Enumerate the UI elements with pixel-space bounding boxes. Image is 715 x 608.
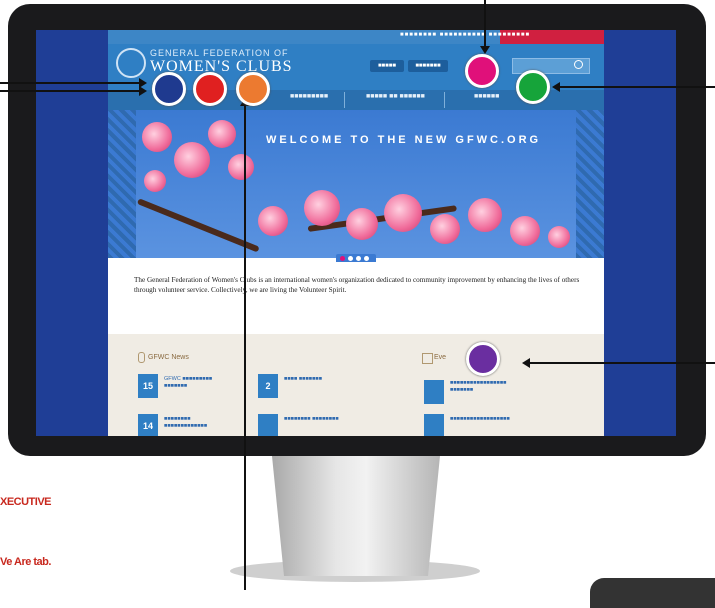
blossom-cluster xyxy=(468,198,502,232)
pointer-line-orange xyxy=(244,104,246,590)
marker-purple xyxy=(466,342,500,376)
pointer-line-magenta xyxy=(484,0,486,46)
blossom-cluster xyxy=(346,208,378,240)
blossom-cluster xyxy=(430,214,460,244)
top-utility-links[interactable]: ■■■■■■■■ ■■■■■■■■■■ ■■■■■■■■■ xyxy=(400,32,530,38)
blossom-cluster xyxy=(304,190,340,226)
arrow-left-icon xyxy=(522,358,530,368)
calendar-icon xyxy=(422,353,433,364)
arrow-left-icon xyxy=(552,82,560,92)
news-date xyxy=(258,414,278,436)
hero-title: WELCOME TO THE NEW GFWC.ORG xyxy=(266,134,542,146)
news-item-link[interactable]: ■■■■■■■■ ■■■■■■■■■■■■■ xyxy=(164,416,234,430)
blossom-cluster xyxy=(510,216,540,246)
blossom-cluster xyxy=(548,226,570,248)
blossom-cluster xyxy=(142,122,172,152)
news-date: 15 xyxy=(138,374,158,398)
marker-magenta xyxy=(465,54,499,88)
carousel-dot[interactable] xyxy=(364,256,369,261)
news-item-link[interactable]: ■■■■ ■■■■■■■ xyxy=(284,376,354,383)
event-item-link[interactable]: ■■■■■■■■■■■■■■■■■ ■■■■■■■ xyxy=(450,380,520,394)
intro-section xyxy=(108,262,604,342)
pointer-line-red xyxy=(0,90,140,92)
carousel-dot[interactable] xyxy=(340,256,345,261)
blossom-cluster xyxy=(258,206,288,236)
marker-navy xyxy=(152,72,186,106)
intro-text: The General Federation of Women's Clubs … xyxy=(134,276,580,294)
header-button-2[interactable]: ■■■■■■■ xyxy=(408,60,448,72)
caption-we-are-tab: Ve Are tab. xyxy=(0,556,51,568)
nav-separator xyxy=(344,92,345,108)
news-heading[interactable]: GFWC News xyxy=(148,354,189,361)
event-item-link[interactable]: ■■■■■■■■■■■■■■■■■■ xyxy=(450,416,520,423)
marker-green xyxy=(516,70,550,104)
nav-item-2[interactable]: ■■■■■ ■■ ■■■■■■ xyxy=(366,93,425,100)
blossom-cluster xyxy=(174,142,210,178)
blossom-cluster xyxy=(384,194,422,232)
microphone-icon xyxy=(138,352,145,363)
arrow-right-icon xyxy=(139,86,147,96)
monitor-stand xyxy=(272,456,440,576)
logo-emblem-icon[interactable] xyxy=(116,48,146,78)
blossom-cluster xyxy=(144,170,166,192)
event-date xyxy=(424,380,444,404)
hero-pattern-left xyxy=(108,110,136,258)
news-item-link[interactable]: GFWC ■■■■■■■■■ ■■■■■■■ xyxy=(164,376,234,390)
nav-item-1[interactable]: ■■■■■■■■■ xyxy=(290,93,328,100)
marker-red xyxy=(193,72,227,106)
news-date: 2 xyxy=(258,374,278,398)
event-date xyxy=(424,414,444,436)
hero-pattern-right xyxy=(576,110,604,258)
news-item-link[interactable]: ■■■■■■■■ ■■■■■■■■ xyxy=(284,416,354,423)
pointer-line-navy xyxy=(0,82,140,84)
pointer-line-purple xyxy=(530,362,715,364)
pointer-line-green xyxy=(560,86,715,88)
caption-executive: XECUTIVE xyxy=(0,496,52,508)
carousel-dot[interactable] xyxy=(356,256,361,261)
blossom-cluster xyxy=(208,120,236,148)
logo-text-line1[interactable]: GENERAL FEDERATION OF xyxy=(150,48,289,58)
blossom-cluster xyxy=(228,154,254,180)
nav-separator xyxy=(444,92,445,108)
corner-decoration xyxy=(590,578,715,608)
nav-item-3[interactable]: ■■■■■■ xyxy=(474,93,499,100)
carousel-dot[interactable] xyxy=(348,256,353,261)
header-button-1[interactable]: ■■■■■ xyxy=(370,60,404,72)
search-icon[interactable] xyxy=(574,60,583,69)
news-date: 14 xyxy=(138,414,158,436)
events-heading[interactable]: Eve xyxy=(434,354,446,361)
arrow-down-icon xyxy=(480,46,490,54)
marker-orange xyxy=(236,72,270,106)
